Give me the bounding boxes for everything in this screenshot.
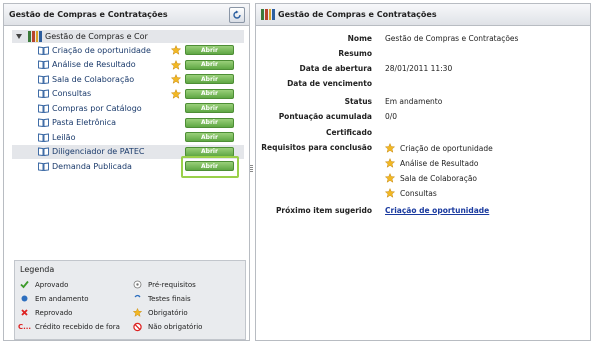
open-button[interactable]: Abrir: [185, 161, 234, 171]
tree-panel-header: Gestão de Compras e Contratações: [4, 4, 249, 26]
tree-item-analise[interactable]: Análise de Resultado Abrir: [12, 58, 244, 73]
book-icon: [38, 75, 49, 84]
star-icon: [385, 143, 395, 153]
legend-nao-obrigatorio: Não obrigatório: [133, 322, 202, 331]
requisito-item: Sala de Colaboração: [385, 173, 477, 183]
tree-item-demanda[interactable]: Demanda Publicada Abrir: [12, 156, 244, 178]
tree-root-label: Gestão de Compras e Cor: [45, 32, 148, 41]
tree-item-label: Análise de Resultado: [52, 60, 136, 70]
tree-item-consultas[interactable]: Consultas Abrir: [12, 87, 244, 102]
star-icon: [133, 308, 142, 317]
row-abertura: Data de abertura 28/01/2011 11:30: [299, 64, 453, 73]
final-test-icon: [133, 294, 142, 303]
legend-reprovado: Reprovado: [20, 308, 72, 317]
star-icon: [385, 173, 395, 183]
tree-item-label: Compras por Catálogo: [52, 103, 142, 113]
refresh-icon: [233, 10, 241, 19]
tree-item-pasta[interactable]: Pasta Eletrônica Abrir: [12, 116, 244, 131]
tree-item-catalogo[interactable]: Compras por Catálogo Abrir: [12, 101, 244, 116]
tree-item-label: Sala de Colaboração: [52, 74, 135, 84]
legend-obrigatorio: Obrigatório: [133, 308, 188, 317]
open-button[interactable]: Abrir: [185, 88, 234, 99]
star-icon: [171, 74, 181, 84]
row-resumo: Resumo: [338, 49, 372, 58]
row-certificado: Certificado: [325, 128, 372, 137]
credit-icon: C...: [17, 322, 32, 331]
tree-item-label: Demanda Publicada: [52, 161, 132, 171]
legend: Legenda Aprovado Em andamento Reprovado …: [14, 260, 246, 340]
book-icon: [38, 89, 49, 99]
row-pontuacao: Pontuação acumulada 0/0: [278, 112, 398, 121]
legend-testes-finais: Testes finais: [133, 294, 191, 303]
panel-splitter-handle[interactable]: [250, 165, 253, 175]
details-panel: Gestão de Compras e Contratações Nome Ge…: [255, 3, 591, 341]
legend-aprovado: Aprovado: [20, 280, 68, 289]
requisito-item: Consultas: [385, 188, 437, 198]
tree-root[interactable]: Gestão de Compras e Cor: [12, 30, 244, 43]
star-icon: [171, 45, 181, 55]
book-icon: [38, 147, 49, 157]
book-icon: [38, 46, 49, 55]
tree-item-sala[interactable]: Sala de Colaboração Abrir: [12, 72, 244, 87]
pontuacao-value: 0/0: [385, 112, 398, 121]
row-vencimento: Data de vencimento: [287, 79, 372, 88]
tree-item-label: Leilão: [52, 132, 76, 142]
book-icon: [38, 104, 49, 113]
open-button[interactable]: Abrir: [185, 103, 234, 113]
star-icon: [385, 188, 395, 198]
tree-item-label: Consultas: [52, 89, 92, 99]
row-nome: Nome Gestão de Compras e Contratações: [347, 34, 519, 43]
open-button[interactable]: Abrir: [185, 146, 234, 157]
status-value: Em andamento: [385, 97, 443, 106]
row-status: Status Em andamento: [344, 97, 443, 106]
star-icon: [385, 158, 395, 168]
open-button[interactable]: Abrir: [185, 45, 234, 55]
star-icon: [171, 59, 181, 70]
book-icon: [38, 162, 49, 171]
tree-panel-title: Gestão de Compras e Contratações: [9, 10, 168, 19]
proximo-item-link[interactable]: Criação de oportunidade: [385, 206, 489, 215]
requisito-item: Análise de Resultado: [385, 158, 478, 168]
x-icon: [20, 308, 29, 317]
open-button[interactable]: Abrir: [185, 59, 234, 70]
tree-item-criacao[interactable]: Criação de oportunidade Abrir: [12, 43, 244, 58]
book-icon: [38, 133, 49, 142]
tree-item-label: Diligenciador de PATEC: [52, 147, 145, 157]
books-icon: [28, 31, 42, 42]
legend-title: Legenda: [20, 265, 55, 274]
book-icon: [38, 60, 49, 70]
tree-item-label: Criação de oportunidade: [52, 45, 151, 55]
row-proximo: Próximo item sugerido Criação de oportun…: [275, 206, 490, 215]
legend-em-andamento: Em andamento: [20, 294, 89, 303]
details-panel-header: Gestão de Compras e Contratações: [256, 4, 590, 26]
book-icon: [38, 118, 49, 128]
nome-value: Gestão de Compras e Contratações: [385, 34, 519, 43]
in-progress-icon: [20, 294, 29, 303]
course-tree: Gestão de Compras e Cor Criação de oport…: [12, 30, 244, 178]
open-button[interactable]: Abrir: [185, 117, 234, 128]
legend-pre-requisitos: Pré-requisitos: [133, 280, 196, 289]
books-icon: [261, 9, 275, 20]
collapse-toggle-icon[interactable]: [16, 34, 22, 39]
not-required-icon: [133, 322, 142, 331]
legend-credito: C... Crédito recebido de fora: [17, 322, 120, 331]
prerequisite-icon: [133, 280, 142, 289]
open-button[interactable]: Abrir: [185, 74, 234, 84]
star-icon: [171, 88, 181, 99]
details-panel-title: Gestão de Compras e Contratações: [278, 10, 437, 19]
check-icon: [20, 280, 29, 289]
tree-item-leilao[interactable]: Leilão Abrir: [12, 130, 244, 145]
tree-panel: Gestão de Compras e Contratações Gestão …: [3, 3, 250, 341]
tree-item-label: Pasta Eletrônica: [52, 118, 117, 128]
open-button[interactable]: Abrir: [185, 132, 234, 142]
refresh-button[interactable]: [229, 7, 245, 23]
abertura-value: 28/01/2011 11:30: [385, 64, 453, 73]
requisito-item: Criação de oportunidade: [385, 143, 493, 153]
